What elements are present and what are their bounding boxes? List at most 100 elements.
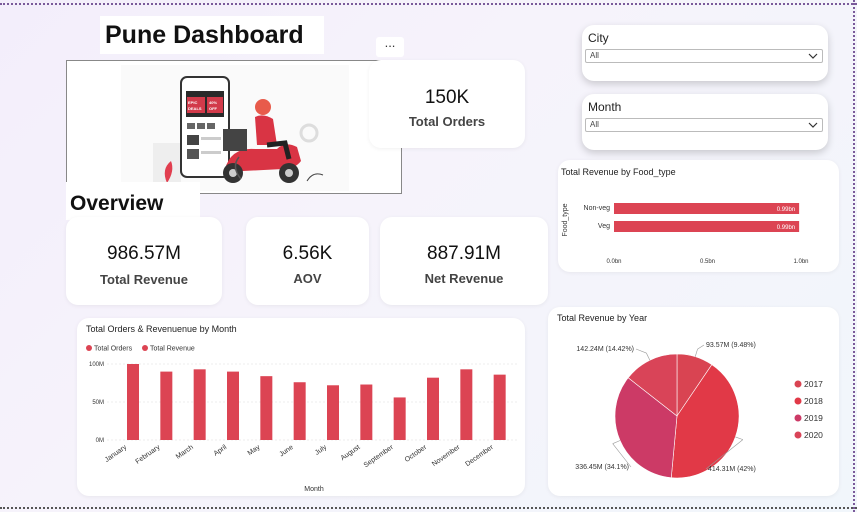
top-border bbox=[0, 3, 857, 5]
legend-marker bbox=[794, 380, 802, 388]
kpi-card-aov: 6.56K AOV bbox=[246, 217, 369, 305]
bar bbox=[614, 221, 800, 232]
kpi-card-total-revenue: 986.57M Total Revenue bbox=[66, 217, 222, 305]
banner-image: EPIC DEALS 40% OFF bbox=[66, 60, 402, 194]
page-title: Pune Dashboard bbox=[100, 16, 324, 54]
data-label: 414.31M (42%) bbox=[708, 466, 756, 473]
svg-text:OFF: OFF bbox=[209, 106, 218, 111]
bar-total-revenue bbox=[460, 369, 473, 440]
data-label: 0.99bn bbox=[777, 225, 795, 231]
legend-label: 2019 bbox=[804, 413, 823, 423]
x-tick-label: February bbox=[135, 444, 162, 466]
food-type-bar-chart: Food_type Non-veg 0.99bn Veg 0.99bn 0.0bn 0.5b… bbox=[562, 203, 809, 265]
kpi-label: Total Orders bbox=[408, 114, 486, 129]
kpi-label: Net Revenue bbox=[424, 271, 504, 286]
city-slicer: City All bbox=[582, 25, 828, 81]
delivery-illustration: EPIC DEALS 40% OFF bbox=[121, 65, 349, 191]
kpi-value: 6.56K bbox=[282, 243, 333, 264]
kpi-value: 887.91M bbox=[427, 243, 501, 264]
tick-label: 0.0bn bbox=[606, 259, 621, 265]
city-dropdown-value: All bbox=[590, 51, 599, 60]
more-options-button[interactable]: ... bbox=[376, 36, 404, 57]
x-tick-label: September bbox=[363, 444, 396, 470]
month-dropdown-value: All bbox=[590, 120, 599, 129]
x-tick-label: May bbox=[247, 444, 262, 458]
month-bar-chart: Total Orders Total Revenue 0M 50M 100M Januar… bbox=[86, 345, 517, 493]
legend-marker bbox=[794, 414, 802, 422]
x-tick-label: January bbox=[104, 444, 129, 464]
leader-line bbox=[612, 440, 621, 444]
month-chart-card: Total Orders & Revenuenue by Month Total… bbox=[77, 318, 525, 496]
svg-text:EPIC: EPIC bbox=[188, 100, 197, 105]
x-tick-label: November bbox=[431, 444, 462, 469]
data-label: 142.24M (14.42%) bbox=[576, 346, 634, 353]
city-slicer-label: City bbox=[588, 31, 609, 45]
kpi-label: AOV bbox=[293, 271, 322, 286]
leader-line bbox=[646, 352, 651, 361]
month-slicer-label: Month bbox=[588, 100, 622, 114]
bottom-border bbox=[0, 507, 857, 509]
x-tick-label: July bbox=[314, 444, 329, 457]
bar-total-revenue bbox=[393, 397, 406, 440]
kpi-card-total-orders: 150K Total Orders bbox=[369, 60, 525, 148]
legend-label: 2020 bbox=[804, 430, 823, 440]
bar-total-revenue bbox=[327, 385, 339, 440]
kpi-value: 986.57M bbox=[107, 243, 181, 264]
kpi-card-net-revenue: 887.91M Net Revenue bbox=[380, 217, 548, 305]
svg-text:40%: 40% bbox=[209, 100, 217, 105]
city-dropdown[interactable]: All bbox=[585, 49, 823, 63]
chevron-down-icon bbox=[808, 122, 818, 128]
legend-label: Total Orders bbox=[94, 346, 133, 353]
x-tick-label: March bbox=[175, 444, 195, 461]
year-pie-chart: 93.57M (9.48%) 414.31M (42%) 336.45M (34.1… bbox=[575, 342, 823, 479]
bar-total-revenue bbox=[160, 371, 173, 440]
page-title-text: Pune Dashboard bbox=[105, 21, 304, 49]
x-tick-label: June bbox=[278, 444, 295, 459]
bar-total-revenue bbox=[427, 377, 439, 440]
legend-label: 2017 bbox=[804, 379, 823, 389]
leader-line bbox=[697, 344, 705, 350]
y-axis-label: Food_type bbox=[562, 203, 569, 236]
x-tick-label: April bbox=[213, 444, 229, 458]
bar-total-revenue bbox=[127, 364, 139, 440]
kpi-label: Total Revenue bbox=[100, 272, 188, 287]
food-type-chart-card: Total Revenue by Food_type Food_type Non-… bbox=[558, 160, 839, 272]
chevron-down-icon bbox=[808, 53, 818, 59]
data-label: 336.45M (34.1%) bbox=[575, 464, 629, 471]
x-tick-label: August bbox=[340, 444, 362, 462]
leader-line bbox=[694, 348, 698, 357]
data-label: 93.57M (9.48%) bbox=[706, 342, 756, 349]
x-axis-label: Month bbox=[304, 486, 324, 493]
overview-heading-text: Overview bbox=[70, 192, 164, 215]
legend-marker bbox=[794, 397, 802, 405]
legend-marker bbox=[86, 345, 92, 351]
leader-line bbox=[735, 436, 743, 440]
tick-label: 0.5bn bbox=[700, 259, 715, 265]
category-label: Veg bbox=[598, 223, 610, 230]
category-label: Non-veg bbox=[584, 205, 611, 212]
y-tick-label: 100M bbox=[89, 362, 104, 368]
legend-label: 2018 bbox=[804, 396, 823, 406]
legend-marker bbox=[794, 431, 802, 439]
right-border bbox=[853, 0, 855, 512]
month-dropdown[interactable]: All bbox=[585, 118, 823, 132]
bar-total-revenue bbox=[493, 374, 506, 440]
year-chart-card: Total Revenue by Year 93.57M (9.48%) 414.… bbox=[548, 307, 839, 496]
bar-total-revenue bbox=[227, 371, 239, 440]
bar-total-revenue bbox=[293, 382, 306, 440]
y-tick-label: 50M bbox=[92, 400, 104, 406]
leader-line bbox=[635, 348, 647, 354]
bar-total-revenue bbox=[260, 376, 273, 440]
legend-label: Total Revenue bbox=[150, 346, 195, 353]
kpi-value: 150K bbox=[424, 87, 470, 108]
bar bbox=[614, 203, 800, 214]
svg-text:DEALS: DEALS bbox=[188, 106, 202, 111]
tick-label: 1.0bn bbox=[793, 259, 808, 265]
data-label: 0.99bn bbox=[777, 207, 795, 213]
x-tick-label: October bbox=[404, 444, 429, 464]
month-slicer: Month All bbox=[582, 94, 828, 150]
bar-total-revenue bbox=[193, 369, 206, 440]
bar-total-revenue bbox=[360, 384, 373, 440]
y-tick-label: 0M bbox=[96, 438, 104, 444]
x-tick-label: December bbox=[464, 444, 495, 469]
